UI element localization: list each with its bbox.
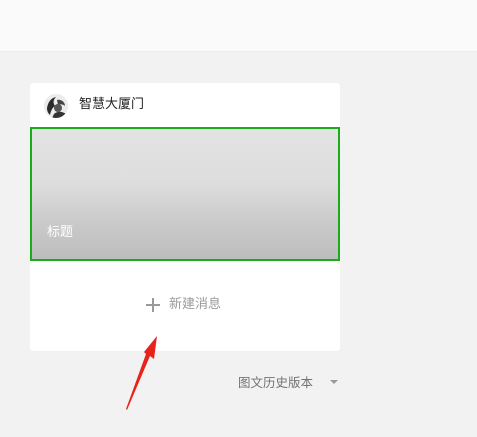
avatar [44, 94, 68, 118]
article-title: 标题 [47, 225, 74, 240]
history-versions-label: 图文历史版本 [238, 375, 314, 390]
article-card: 智慧大厦门 标题 新建消息 [30, 83, 340, 351]
account-header: 智慧大厦门 [30, 83, 340, 127]
article-cover[interactable]: 标题 [30, 127, 340, 261]
avatar-image-icon [44, 94, 68, 118]
account-name: 智慧大厦门 [79, 97, 145, 112]
new-message-label: 新建消息 [169, 297, 222, 312]
caret-down-icon [330, 380, 338, 384]
top-toolbar [0, 0, 477, 52]
plus-icon [146, 298, 160, 312]
red-arrow-icon [126, 336, 157, 410]
new-message-button[interactable]: 新建消息 [140, 294, 250, 316]
history-versions-dropdown[interactable]: 图文历史版本 [238, 372, 338, 392]
